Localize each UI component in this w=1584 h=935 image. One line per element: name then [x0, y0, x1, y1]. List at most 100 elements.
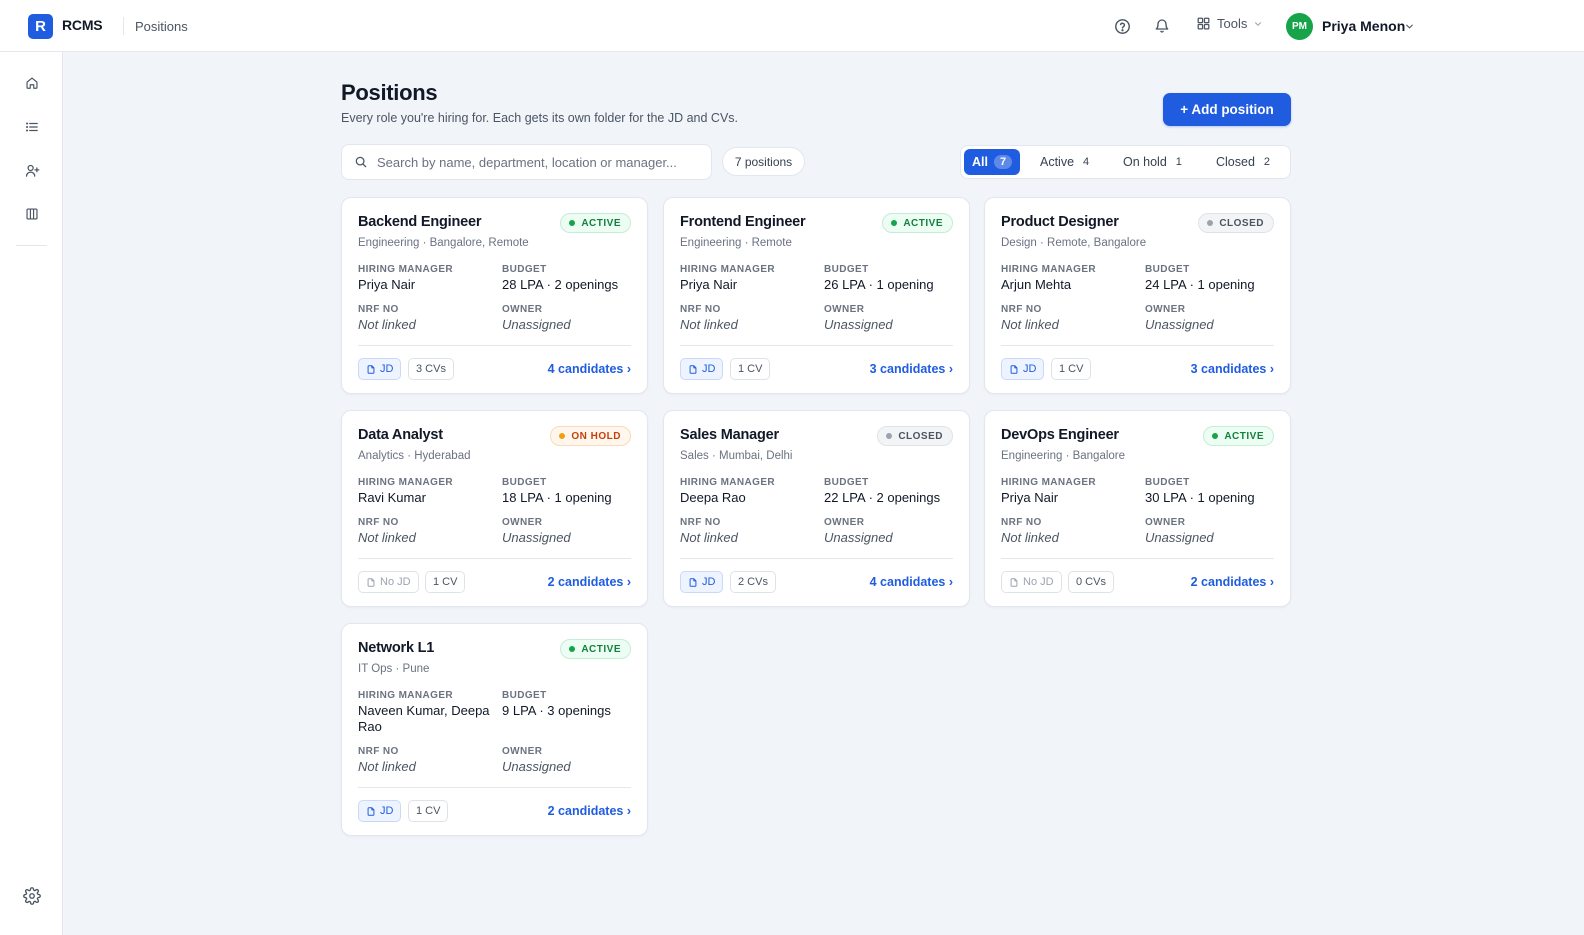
jd-chip[interactable]: JD [1001, 358, 1045, 380]
position-title[interactable]: Product Designer [1001, 214, 1119, 230]
nrf-value: Not linked [1001, 530, 1059, 545]
cv-count-chip[interactable]: 1 CV [408, 800, 449, 822]
jd-chip[interactable]: JD [680, 358, 724, 380]
add-position-button[interactable]: + Add position [1163, 93, 1291, 126]
budget-value: 18 LPA · 1 opening [502, 490, 612, 505]
app-logo[interactable]: R [28, 14, 53, 39]
jd-chip[interactable]: JD [358, 358, 402, 380]
nrf-label: NRF NO [680, 304, 721, 315]
status-dot [1207, 220, 1214, 226]
status-dot [1212, 433, 1219, 439]
owner-value: Unassigned [824, 530, 893, 545]
cv-count-chip[interactable]: 1 CV [730, 358, 771, 380]
position-meta: Engineering · Remote [680, 237, 792, 249]
list-icon[interactable] [22, 117, 42, 137]
position-title[interactable]: Data Analyst [358, 427, 443, 443]
position-meta: Design · Remote, Bangalore [1001, 237, 1147, 249]
position-card[interactable]: Backend Engineer Engineering · Bangalore,… [341, 197, 648, 394]
owner-value: Unassigned [502, 530, 571, 545]
position-meta: IT Ops · Pune [358, 663, 430, 675]
budget-value: 9 LPA · 3 openings [502, 703, 611, 718]
file-icon [367, 577, 375, 587]
hiring-manager-label: HIRING MANAGER [358, 477, 454, 488]
home-icon[interactable] [22, 73, 42, 93]
user-name[interactable]: Priya Menon [1322, 18, 1405, 34]
status-badge: ACTIVE [560, 639, 631, 659]
jd-chip[interactable]: JD [680, 571, 724, 593]
tab-count: 1 [1175, 156, 1182, 168]
nrf-label: NRF NO [1001, 517, 1042, 528]
hiring-manager-value: Ravi Kumar [358, 490, 426, 505]
card-divider [358, 345, 631, 346]
cv-count-chip[interactable]: 2 CVs [730, 571, 776, 593]
status-filter-tabs: All 7 Active 4 On hold 1 Closed 2 [960, 145, 1291, 179]
file-icon [689, 577, 697, 587]
hiring-manager-label: HIRING MANAGER [1001, 477, 1097, 488]
status-dot [559, 433, 566, 439]
nrf-label: NRF NO [358, 304, 399, 315]
cv-count-chip[interactable]: 1 CV [1051, 358, 1092, 380]
avatar[interactable]: PM [1286, 13, 1313, 40]
card-divider [680, 345, 953, 346]
owner-value: Unassigned [502, 317, 571, 332]
nrf-label: NRF NO [358, 517, 399, 528]
hiring-manager-label: HIRING MANAGER [358, 690, 454, 701]
candidates-link[interactable]: 3 candidates › [870, 362, 953, 376]
candidates-link[interactable]: 4 candidates › [548, 362, 631, 376]
owner-value: Unassigned [1145, 317, 1214, 332]
position-title[interactable]: Backend Engineer [358, 214, 482, 230]
jd-label: JD [1023, 363, 1037, 375]
card-divider [358, 787, 631, 788]
status-dot [569, 646, 576, 652]
cv-count-chip[interactable]: 1 CV [425, 571, 466, 593]
hiring-manager-value: Priya Nair [680, 277, 738, 292]
user-plus-icon[interactable] [22, 160, 42, 180]
bell-icon[interactable] [1152, 16, 1172, 36]
tab-all[interactable]: All 7 [964, 149, 1021, 175]
position-meta: Analytics · Hyderabad [358, 450, 471, 462]
jd-chip[interactable]: No JD [1001, 571, 1062, 593]
tab-count: 4 [1083, 156, 1090, 168]
position-card[interactable]: Data Analyst Analytics · Hyderabad ON HOLD… [341, 410, 648, 607]
search-input[interactable] [377, 154, 697, 170]
status-label: ACTIVE [903, 217, 943, 229]
tab-active[interactable]: Active 4 [1032, 149, 1097, 175]
candidates-link[interactable]: 4 candidates › [870, 575, 953, 589]
position-title[interactable]: Frontend Engineer [680, 214, 806, 230]
position-title[interactable]: Sales Manager [680, 427, 779, 443]
jd-chip[interactable]: JD [358, 800, 402, 822]
cv-count-chip[interactable]: 0 CVs [1068, 571, 1114, 593]
position-card[interactable]: DevOps Engineer Engineering · Bangalore AC… [984, 410, 1291, 607]
file-icon [1010, 364, 1018, 374]
cv-count-chip[interactable]: 3 CVs [408, 358, 454, 380]
help-circle-icon[interactable] [1112, 16, 1132, 36]
candidates-link[interactable]: 3 candidates › [1191, 362, 1274, 376]
card-divider [358, 558, 631, 559]
card-divider [1001, 558, 1274, 559]
candidates-link[interactable]: 2 candidates › [548, 575, 631, 589]
file-icon [367, 364, 375, 374]
position-card[interactable]: Network L1 IT Ops · Pune ACTIVE HIRING MANA… [341, 623, 648, 836]
app-name[interactable]: RCMS [62, 17, 103, 33]
tab-on-hold[interactable]: On hold 1 [1115, 149, 1190, 175]
chevron-down-icon[interactable] [1404, 19, 1415, 37]
tab-closed[interactable]: Closed 2 [1208, 149, 1278, 175]
candidates-link[interactable]: 2 candidates › [1191, 575, 1274, 589]
columns-icon[interactable] [22, 204, 42, 224]
position-card[interactable]: Frontend Engineer Engineering · Remote ACT… [663, 197, 970, 394]
position-title[interactable]: Network L1 [358, 640, 434, 656]
position-title[interactable]: DevOps Engineer [1001, 427, 1119, 443]
candidates-link[interactable]: 2 candidates › [548, 804, 631, 818]
tools-menu[interactable]: Tools [1196, 16, 1263, 31]
budget-label: BUDGET [502, 690, 547, 701]
position-card[interactable]: Sales Manager Sales · Mumbai, Delhi CLOSED… [663, 410, 970, 607]
file-icon [689, 364, 697, 374]
position-card[interactable]: Product Designer Design · Remote, Bangalo… [984, 197, 1291, 394]
status-dot [886, 433, 893, 439]
jd-chip[interactable]: No JD [358, 571, 419, 593]
status-label: ACTIVE [1224, 430, 1264, 442]
owner-value: Unassigned [1145, 530, 1214, 545]
owner-label: OWNER [824, 517, 865, 528]
budget-label: BUDGET [824, 477, 869, 488]
gear-icon[interactable] [22, 886, 42, 906]
